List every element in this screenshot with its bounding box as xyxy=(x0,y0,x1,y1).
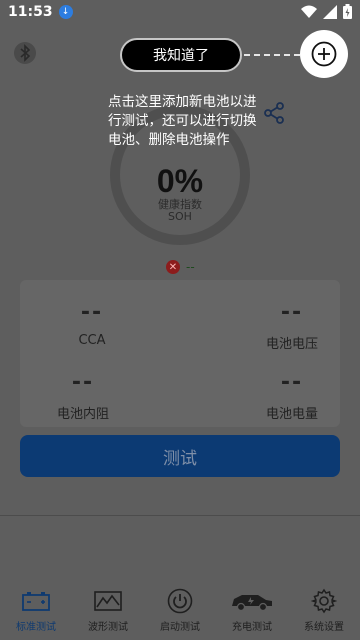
battery-status-icon xyxy=(343,4,352,19)
test-button[interactable]: 测试 xyxy=(20,435,340,477)
metric-value: -- xyxy=(71,370,95,395)
status-time: 11:53 xyxy=(8,4,53,20)
soh-label-en: SOH xyxy=(168,210,192,223)
divider xyxy=(0,515,360,516)
battery-icon xyxy=(22,592,50,611)
error-icon: ✕ xyxy=(166,260,180,274)
nav-charge-test[interactable]: 充电测试 xyxy=(216,580,288,640)
nav-label: 启动测试 xyxy=(160,622,200,633)
share-icon[interactable] xyxy=(262,101,286,125)
metric-resistance: -- 电池内阻 xyxy=(48,370,118,422)
metric-cca: -- CCA xyxy=(62,300,122,348)
metric-value: -- xyxy=(280,300,304,325)
car-charge-icon xyxy=(232,595,272,612)
wifi-icon xyxy=(301,5,317,18)
guide-connector-line xyxy=(244,54,300,56)
battery-status-row: ✕ -- xyxy=(166,260,195,274)
got-it-button[interactable]: 我知道了 xyxy=(120,38,242,72)
metric-label: 电池电量 xyxy=(265,407,318,422)
waveform-icon xyxy=(94,591,122,611)
metric-voltage: -- 电池电压 xyxy=(242,300,342,352)
status-icons xyxy=(301,4,352,19)
bottom-nav: 标准测试 波形测试 启动测试 充电测试 系统设置 xyxy=(0,580,360,640)
status-text: -- xyxy=(186,260,195,274)
metric-charge: -- 电池电量 xyxy=(242,370,342,422)
download-icon: ↓ xyxy=(58,5,73,19)
nav-label: 系统设置 xyxy=(304,622,344,633)
nav-settings[interactable]: 系统设置 xyxy=(288,580,360,640)
metric-label: 电池内阻 xyxy=(56,407,109,422)
add-battery-button[interactable] xyxy=(300,30,348,78)
nav-waveform-test[interactable]: 波形测试 xyxy=(72,580,144,640)
result-card: -- CCA -- 电池电压 -- 电池内阻 -- 电池电量 xyxy=(20,280,340,427)
bluetooth-icon[interactable] xyxy=(14,42,36,64)
nav-label: 波形测试 xyxy=(88,622,128,633)
gear-icon xyxy=(311,588,337,614)
nav-label: 标准测试 xyxy=(16,622,56,633)
status-bar: 11:53 ↓ xyxy=(0,0,360,24)
nav-standard-test[interactable]: 标准测试 xyxy=(0,580,72,640)
metric-value: -- xyxy=(280,370,304,395)
nav-label: 充电测试 xyxy=(232,622,272,633)
metric-label: CCA xyxy=(78,333,106,348)
signal-icon xyxy=(323,4,337,19)
add-circle-icon xyxy=(311,41,337,67)
metric-label: 电池电压 xyxy=(265,337,318,352)
nav-start-test[interactable]: 启动测试 xyxy=(144,580,216,640)
guide-tip-text: 点击这里添加新电池以进行测试，还可以进行切换电池、删除电池操作 xyxy=(108,94,257,148)
power-icon xyxy=(167,588,193,614)
soh-percent: 0% xyxy=(156,163,204,199)
metric-value: -- xyxy=(80,300,104,325)
